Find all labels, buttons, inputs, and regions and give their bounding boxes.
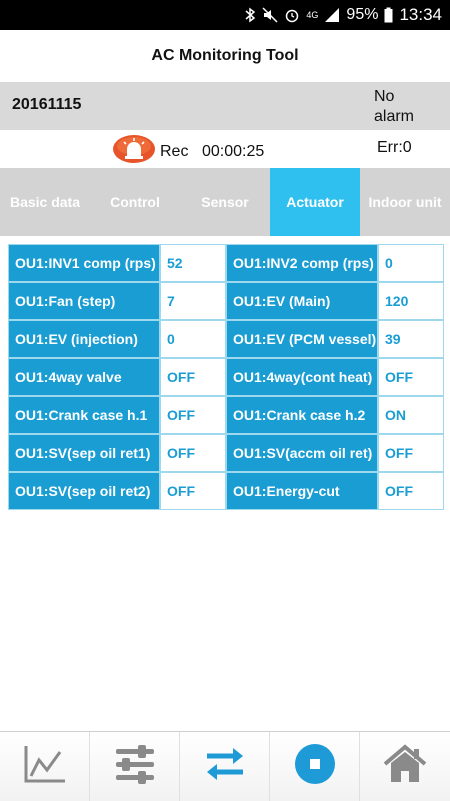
tab-control[interactable]: Control xyxy=(90,168,180,236)
row-label: OU1:INV1 comp (rps) xyxy=(8,244,160,282)
error-count: Err:0 xyxy=(377,139,412,156)
recording-row: Rec 00:00:25 Err:0 xyxy=(0,130,450,168)
tab-bar: Basic data Control Sensor Actuator Indoo… xyxy=(0,168,450,236)
siren-icon[interactable] xyxy=(112,134,156,169)
tab-sensor[interactable]: Sensor xyxy=(180,168,270,236)
row-label: OU1:INV2 comp (rps) xyxy=(226,244,378,282)
bottom-nav xyxy=(0,731,450,801)
sliders-icon xyxy=(114,744,156,789)
row-value: ON xyxy=(378,396,444,434)
row-label: OU1:SV(sep oil ret2) xyxy=(8,472,160,510)
date-row: 20161115 No alarm xyxy=(0,82,450,130)
row-value: 120 xyxy=(378,282,444,320)
table-row: OU1:INV1 comp (rps) 52 OU1:INV2 comp (rp… xyxy=(8,244,444,282)
row-value: OFF xyxy=(378,434,444,472)
table-row: OU1:SV(sep oil ret1) OFF OU1:SV(accm oil… xyxy=(8,434,444,472)
table-row: OU1:Crank case h.1 OFF OU1:Crank case h.… xyxy=(8,396,444,434)
stop-button[interactable] xyxy=(270,732,360,801)
signal-icon xyxy=(324,7,340,23)
table-row: OU1:Fan (step) 7 OU1:EV (Main) 120 xyxy=(8,282,444,320)
table-row: OU1:SV(sep oil ret2) OFF OU1:Energy-cut … xyxy=(8,472,444,510)
row-value: 52 xyxy=(160,244,226,282)
row-value: OFF xyxy=(378,472,444,510)
date-label: 20161115 xyxy=(12,96,82,113)
swap-arrows-icon xyxy=(203,744,247,789)
row-label: OU1:EV (PCM vessel) xyxy=(226,320,378,358)
graph-button[interactable] xyxy=(0,732,90,801)
mute-icon xyxy=(262,7,278,23)
row-label: OU1:4way valve xyxy=(8,358,160,396)
battery-level: 95% xyxy=(346,6,379,23)
table-row: OU1:EV (injection) 0 OU1:EV (PCM vessel)… xyxy=(8,320,444,358)
row-value: 39 xyxy=(378,320,444,358)
row-label: OU1:4way(cont heat) xyxy=(226,358,378,396)
row-label: OU1:EV (injection) xyxy=(8,320,160,358)
row-label: OU1:Energy-cut xyxy=(226,472,378,510)
row-value: OFF xyxy=(378,358,444,396)
rec-label: Rec xyxy=(160,143,189,160)
graph-icon xyxy=(23,744,67,789)
tab-basic-data[interactable]: Basic data xyxy=(0,168,90,236)
tab-indoor-unit[interactable]: Indoor unit xyxy=(360,168,450,236)
bluetooth-icon xyxy=(244,7,256,23)
alarm-status: No alarm xyxy=(374,87,414,127)
row-value: OFF xyxy=(160,396,226,434)
row-value: OFF xyxy=(160,358,226,396)
table-row: OU1:4way valve OFF OU1:4way(cont heat) O… xyxy=(8,358,444,396)
home-button[interactable] xyxy=(360,732,450,801)
row-value: OFF xyxy=(160,434,226,472)
alarm-clock-icon xyxy=(284,7,300,23)
row-label: OU1:Crank case h.1 xyxy=(8,396,160,434)
app-title-bar: AC Monitoring Tool xyxy=(0,30,450,82)
row-value: 7 xyxy=(160,282,226,320)
transfer-button[interactable] xyxy=(180,732,270,801)
row-value: 0 xyxy=(160,320,226,358)
settings-button[interactable] xyxy=(90,732,180,801)
network-type: 4G xyxy=(306,9,319,20)
app-title: AC Monitoring Tool xyxy=(151,47,299,64)
tab-actuator[interactable]: Actuator xyxy=(270,168,360,236)
row-value: 0 xyxy=(378,244,444,282)
row-label: OU1:SV(accm oil ret) xyxy=(226,434,378,472)
alarm-status-line1: No xyxy=(374,88,395,105)
clock-time: 13:34 xyxy=(399,5,442,24)
alarm-status-line2: alarm xyxy=(374,108,415,125)
row-value: OFF xyxy=(160,472,226,510)
home-icon xyxy=(383,744,427,789)
status-bar: 4G 95% 13:34 xyxy=(0,0,450,30)
row-label: OU1:Fan (step) xyxy=(8,282,160,320)
row-label: OU1:EV (Main) xyxy=(226,282,378,320)
battery-icon xyxy=(384,7,393,23)
row-label: OU1:SV(sep oil ret1) xyxy=(8,434,160,472)
row-label: OU1:Crank case h.2 xyxy=(226,396,378,434)
actuator-table: OU1:INV1 comp (rps) 52 OU1:INV2 comp (rp… xyxy=(8,244,444,510)
rec-timer: 00:00:25 xyxy=(202,143,265,160)
stop-icon xyxy=(293,742,337,791)
